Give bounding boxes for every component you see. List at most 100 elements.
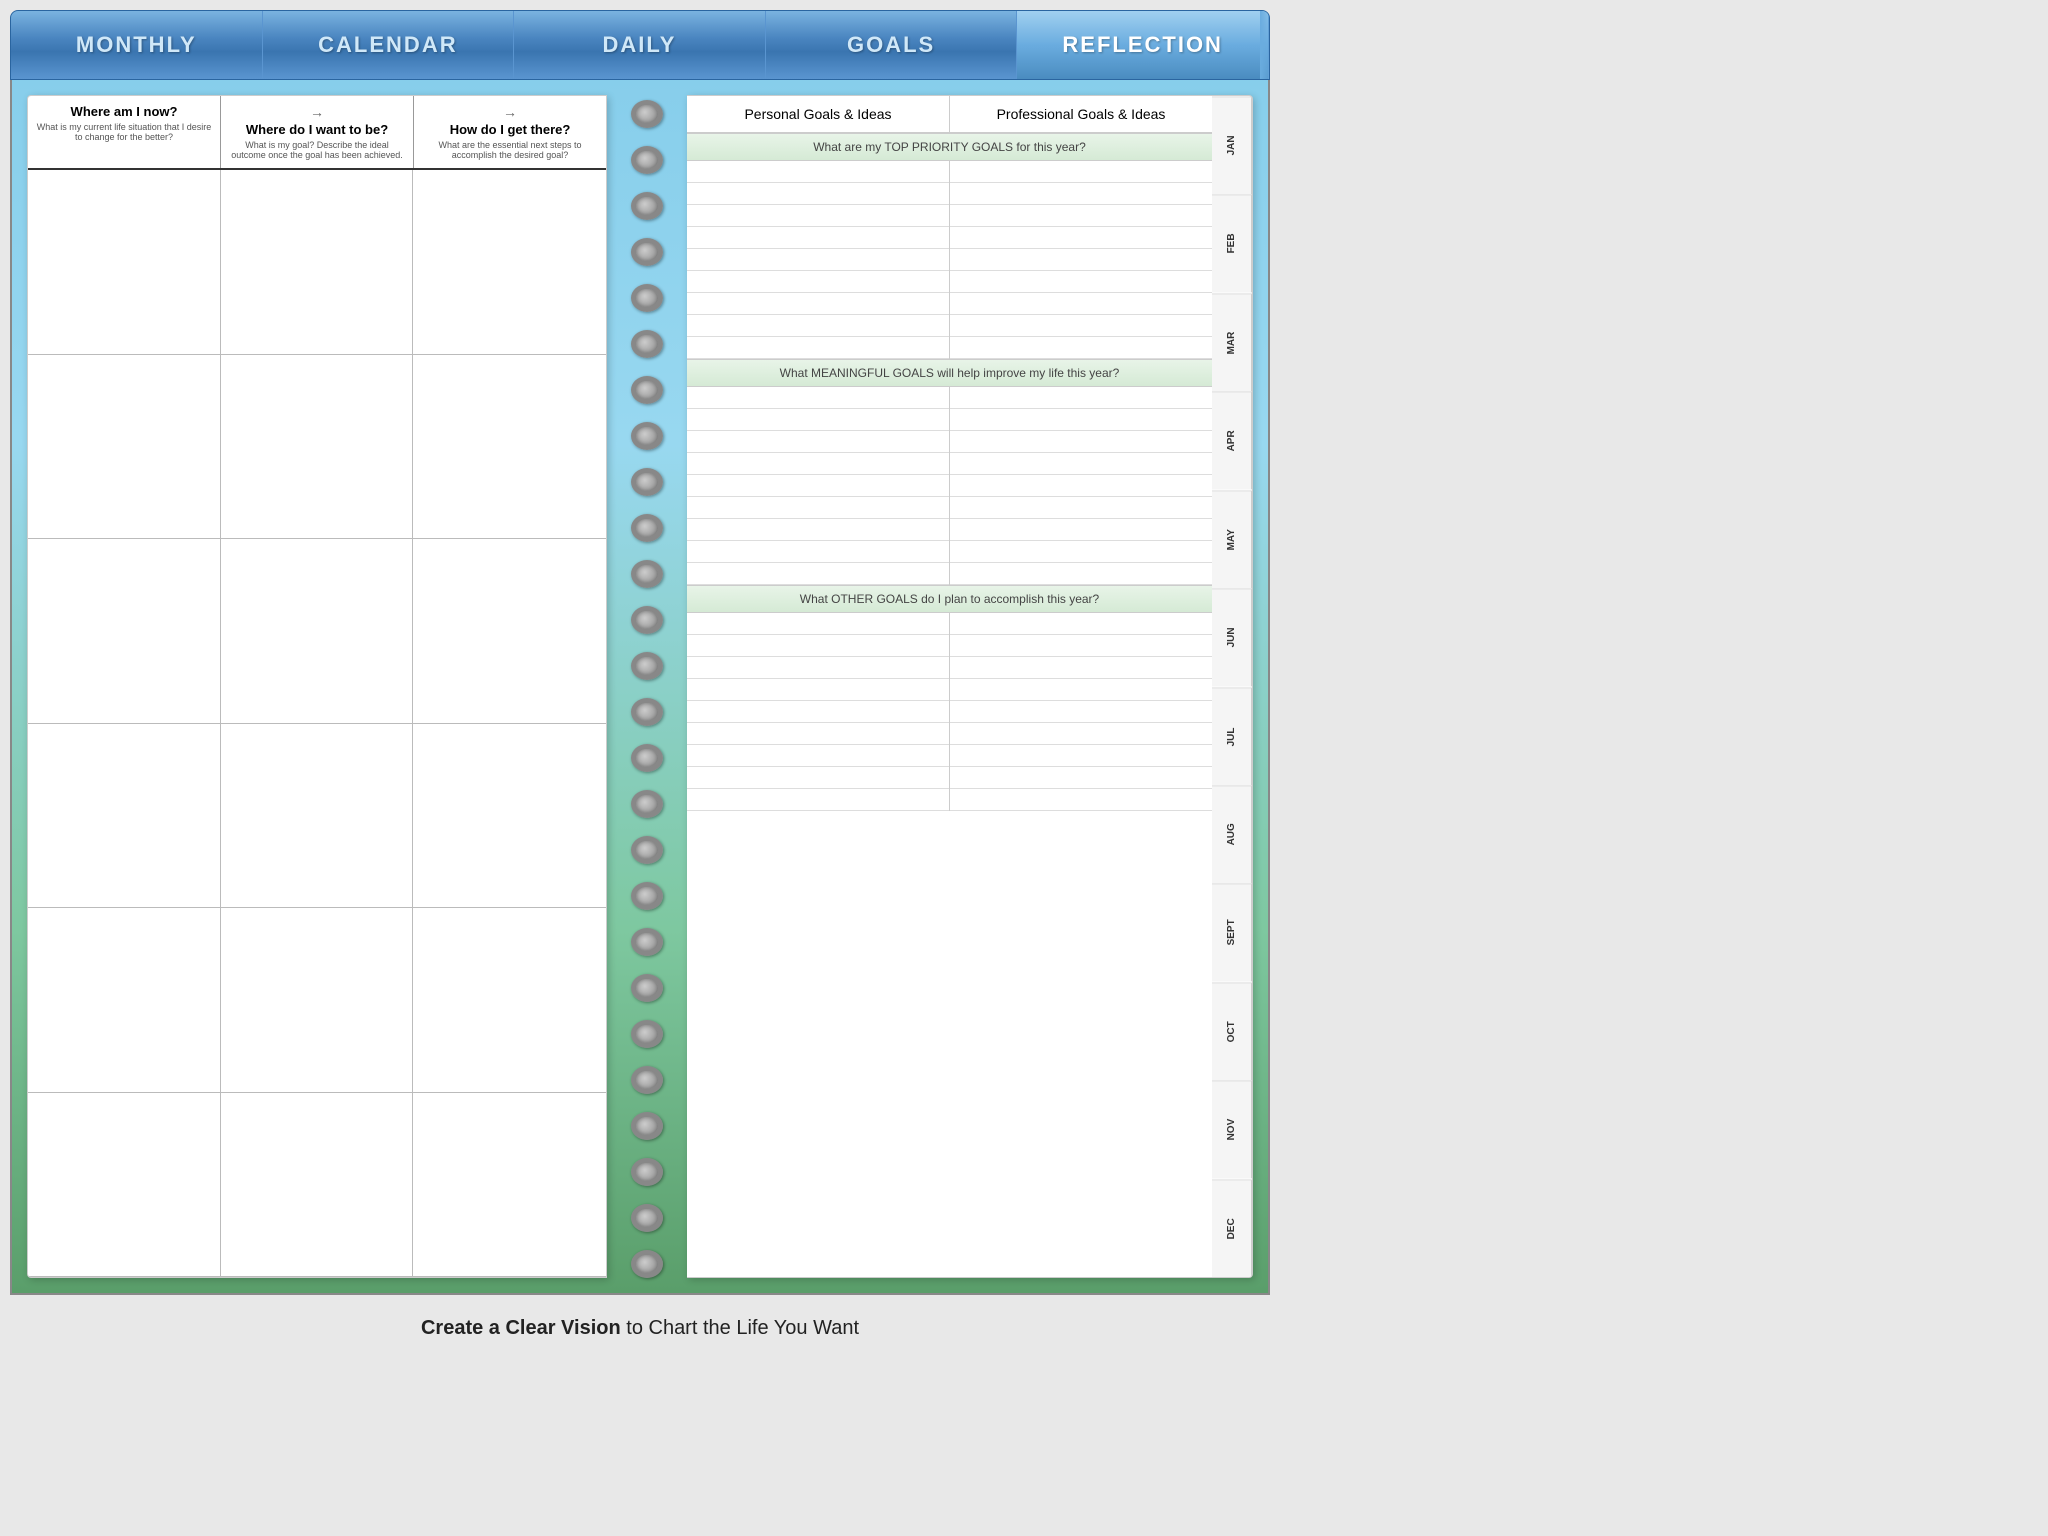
col-subtitle: What is my current life situation that I…	[34, 122, 214, 142]
col-title: Where do I want to be?	[227, 122, 407, 137]
spiral-ring-20	[631, 1020, 663, 1048]
goals-col-s2-c1	[950, 613, 1212, 811]
goal-line	[687, 541, 949, 563]
goals-col-s1-c1	[950, 387, 1212, 585]
spiral-ring-22	[631, 1112, 663, 1140]
goal-line	[687, 497, 949, 519]
nav-item-calendar[interactable]: CALENDAR	[263, 11, 515, 79]
col-subtitle: What are the essential next steps to acc…	[420, 140, 600, 160]
navigation-bar: MONTHLYCALENDARDAILYGOALSREFLECTION	[10, 10, 1270, 80]
goal-line	[950, 205, 1212, 227]
nav-item-monthly[interactable]: MONTHLY	[11, 11, 263, 79]
month-tab-sept[interactable]: SEPT	[1212, 883, 1252, 981]
nav-item-daily[interactable]: DAILY	[514, 11, 766, 79]
spiral-ring-6	[631, 376, 663, 404]
grid-cell-r4-c2	[413, 908, 606, 1093]
left-grid	[28, 170, 606, 1277]
month-tab-feb[interactable]: FEB	[1212, 194, 1252, 292]
goals-header-col-0: Personal Goals & Ideas	[687, 96, 950, 132]
goal-line	[687, 161, 949, 183]
spiral-ring-15	[631, 790, 663, 818]
goal-line	[687, 789, 949, 811]
month-tab-dec[interactable]: DEC	[1212, 1179, 1252, 1277]
goal-line	[687, 337, 949, 359]
spiral-ring-10	[631, 560, 663, 588]
nav-item-goals[interactable]: GOALS	[766, 11, 1018, 79]
section-label-1: What MEANINGFUL GOALS will help improve …	[687, 359, 1212, 387]
left-header-col-2: →How do I get there?What are the essenti…	[414, 96, 606, 168]
spiral-binding	[607, 95, 687, 1278]
month-tab-mar[interactable]: MAR	[1212, 293, 1252, 391]
grid-cell-r5-c0	[28, 1093, 221, 1278]
goal-line	[687, 635, 949, 657]
goals-col-s2-c0	[687, 613, 950, 811]
goal-line	[950, 315, 1212, 337]
goal-line	[687, 767, 949, 789]
spiral-ring-17	[631, 882, 663, 910]
left-header-col-0: Where am I now?What is my current life s…	[28, 96, 221, 168]
month-tab-jul[interactable]: JUL	[1212, 687, 1252, 785]
grid-cell-r4-c1	[221, 908, 414, 1093]
grid-cell-r1-c1	[221, 355, 414, 540]
goals-lines-0	[687, 161, 1212, 359]
goal-line	[687, 205, 949, 227]
goals-section-1: What MEANINGFUL GOALS will help improve …	[687, 359, 1212, 585]
goal-line	[950, 453, 1212, 475]
goal-line	[687, 701, 949, 723]
goal-line	[687, 271, 949, 293]
goals-section-2: What OTHER GOALS do I plan to accomplish…	[687, 585, 1212, 811]
grid-cell-r2-c2	[413, 539, 606, 724]
goal-line	[687, 453, 949, 475]
month-tab-oct[interactable]: OCT	[1212, 982, 1252, 1080]
goal-line	[950, 183, 1212, 205]
goal-line	[687, 409, 949, 431]
grid-cell-r5-c1	[221, 1093, 414, 1278]
goal-line	[950, 723, 1212, 745]
grid-cell-r5-c2	[413, 1093, 606, 1278]
grid-cell-r1-c2	[413, 355, 606, 540]
goal-line	[687, 613, 949, 635]
col-subtitle: What is my goal? Describe the ideal outc…	[227, 140, 407, 160]
goals-col-s1-c0	[687, 387, 950, 585]
spiral-ring-14	[631, 744, 663, 772]
grid-cell-r2-c0	[28, 539, 221, 724]
goal-line	[950, 497, 1212, 519]
grid-cell-r1-c0	[28, 355, 221, 540]
spiral-ring-13	[631, 698, 663, 726]
arrow-icon: →	[310, 104, 324, 120]
goal-line	[950, 701, 1212, 723]
goal-line	[687, 475, 949, 497]
month-tab-jan[interactable]: JAN	[1212, 96, 1252, 194]
goal-line	[950, 293, 1212, 315]
grid-cell-r3-c1	[221, 724, 414, 909]
goal-line	[687, 183, 949, 205]
right-page: Personal Goals & IdeasProfessional Goals…	[687, 95, 1253, 1278]
goal-line	[950, 789, 1212, 811]
goal-line	[950, 635, 1212, 657]
goal-line	[950, 249, 1212, 271]
month-tab-nov[interactable]: NOV	[1212, 1080, 1252, 1178]
month-tab-aug[interactable]: AUG	[1212, 785, 1252, 883]
spiral-ring-18	[631, 928, 663, 956]
spiral-ring-19	[631, 974, 663, 1002]
month-tab-may[interactable]: MAY	[1212, 490, 1252, 588]
goals-header-col-1: Professional Goals & Ideas	[950, 96, 1212, 132]
spiral-ring-7	[631, 422, 663, 450]
nav-item-reflection[interactable]: REFLECTION	[1017, 11, 1269, 79]
spiral-ring-3	[631, 238, 663, 266]
month-tab-apr[interactable]: APR	[1212, 391, 1252, 489]
goals-sections: What are my TOP PRIORITY GOALS for this …	[687, 133, 1212, 811]
month-tab-jun[interactable]: JUN	[1212, 588, 1252, 686]
grid-cell-r4-c0	[28, 908, 221, 1093]
goals-lines-2	[687, 613, 1212, 811]
tagline-rest: to Chart the Life You Want	[621, 1317, 859, 1339]
goals-section-0: What are my TOP PRIORITY GOALS for this …	[687, 133, 1212, 359]
goal-line	[950, 767, 1212, 789]
spiral-ring-12	[631, 652, 663, 680]
goal-line	[950, 431, 1212, 453]
goal-line	[687, 315, 949, 337]
spiral-ring-8	[631, 468, 663, 496]
tagline-bold: Create a Clear Vision	[421, 1317, 621, 1339]
spiral-ring-1	[631, 146, 663, 174]
spiral-ring-5	[631, 330, 663, 358]
